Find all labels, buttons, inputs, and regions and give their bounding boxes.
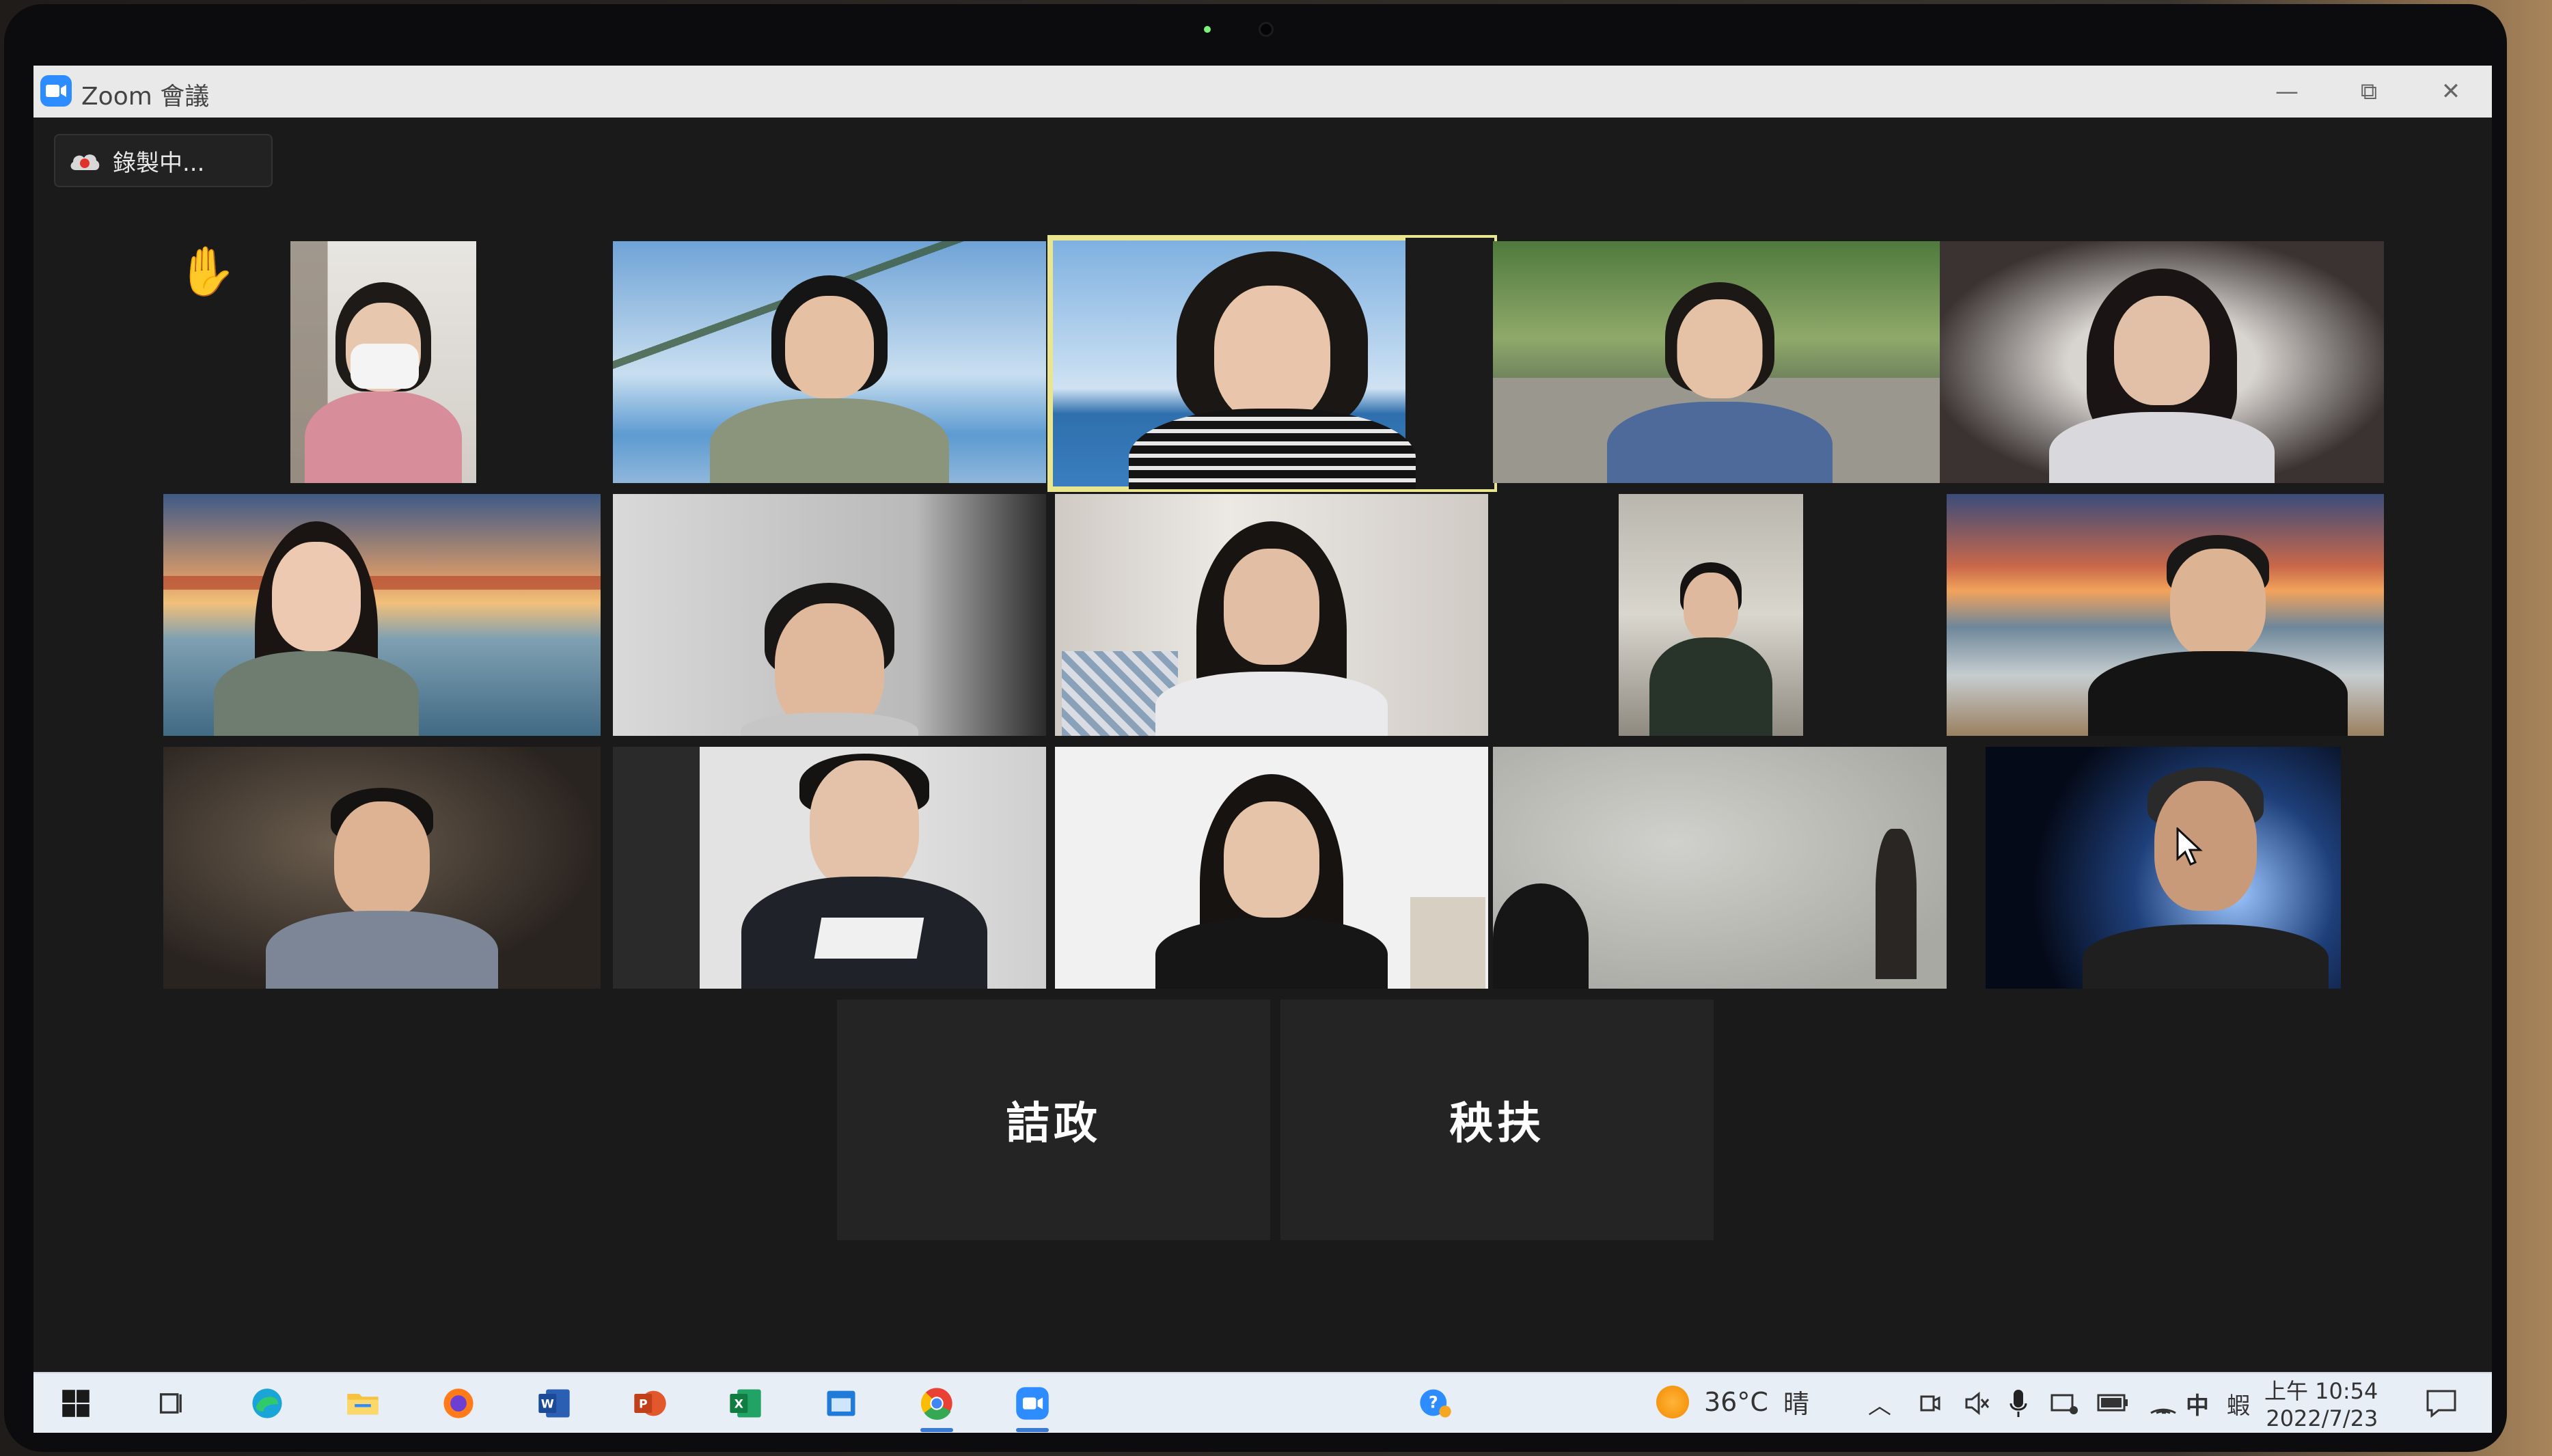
cloud-record-icon (70, 154, 100, 170)
window-title: Zoom 會議 (81, 83, 210, 111)
chrome-icon[interactable] (915, 1382, 959, 1432)
network-adapter-icon[interactable] (2049, 1390, 2079, 1417)
svg-text:?: ? (1429, 1392, 1438, 1412)
word-icon[interactable]: W (532, 1382, 576, 1425)
participant-tile-no-video[interactable]: 秧扶 (1280, 1000, 1714, 1240)
video-tile-active-speaker[interactable] (1047, 235, 1497, 492)
powerpoint-icon[interactable]: P (628, 1382, 672, 1425)
video-tile[interactable] (1493, 747, 1947, 989)
clock-time: 上午 10:54 (2264, 1378, 2378, 1404)
close-button[interactable]: ✕ (2410, 66, 2492, 118)
task-view-icon[interactable] (150, 1382, 193, 1425)
laptop-bezel: Zoom 會議 — ⧉ ✕ 錄製中... ✋ 詰政 秧扶 W P X ? 36°… (4, 4, 2507, 1452)
help-icon[interactable]: ? (1414, 1382, 1457, 1425)
weather-widget[interactable]: 36°C 晴 (1656, 1383, 1809, 1420)
minimize-button[interactable]: — (2246, 66, 2328, 118)
sun-icon (1656, 1385, 1689, 1418)
weather-temperature: 36°C (1704, 1386, 1768, 1417)
video-tile[interactable] (1493, 241, 1947, 483)
video-tile[interactable] (163, 747, 601, 989)
video-tile[interactable] (613, 747, 1046, 989)
volume-muted-icon[interactable] (1964, 1390, 1991, 1417)
recording-label: 錄製中... (113, 149, 205, 177)
video-tile[interactable] (163, 494, 601, 736)
zoom-taskbar-icon[interactable] (1011, 1382, 1054, 1432)
outlook-calendar-icon[interactable] (819, 1382, 863, 1425)
video-tile[interactable] (1619, 494, 1803, 736)
clock-date: 2022/7/23 (2266, 1405, 2378, 1431)
mouse-cursor-icon (2176, 827, 2203, 866)
zoom-logo-icon (40, 75, 72, 107)
svg-text:P: P (639, 1397, 648, 1411)
camera-privacy-icon[interactable] (1916, 1390, 1943, 1417)
video-tile[interactable] (613, 494, 1046, 736)
firefox-icon[interactable] (437, 1382, 480, 1425)
taskbar: W P X ? 36°C 晴 ︿ 中 蝦 上午 10:54 2022/7/23 (33, 1372, 2492, 1433)
svg-text:W: W (541, 1397, 554, 1411)
recording-indicator[interactable]: 錄製中... (54, 134, 273, 187)
participant-name: 詰政 (1006, 1099, 1101, 1149)
clock[interactable]: 上午 10:54 2022/7/23 (2264, 1377, 2378, 1432)
video-tile[interactable] (1947, 494, 2384, 736)
webcam (1259, 22, 1274, 37)
title-bar: Zoom 會議 — ⧉ ✕ (33, 66, 2492, 118)
weather-condition: 晴 (1783, 1389, 1809, 1419)
webcam-light (1204, 26, 1211, 33)
participant-name: 秧扶 (1449, 1099, 1545, 1149)
windows-start-icon[interactable] (54, 1382, 98, 1425)
edge-icon[interactable] (245, 1382, 289, 1425)
raise-hand-icon: ✋ (177, 243, 237, 299)
wifi-icon[interactable] (2148, 1388, 2178, 1418)
video-tile[interactable] (1055, 494, 1488, 736)
video-tile[interactable] (1055, 747, 1488, 989)
microphone-icon[interactable] (2008, 1388, 2029, 1418)
svg-text:X: X (735, 1397, 743, 1411)
ime-input-method[interactable]: 蝦 (2227, 1387, 2250, 1420)
battery-icon[interactable] (2097, 1391, 2130, 1416)
photo-background: Zoom 會議 — ⧉ ✕ 錄製中... ✋ 詰政 秧扶 W P X ? 36°… (0, 0, 2552, 1456)
screen: Zoom 會議 — ⧉ ✕ 錄製中... ✋ 詰政 秧扶 W P X ? 36°… (33, 66, 2492, 1433)
ime-mode-indicator[interactable]: 中 (2186, 1387, 2209, 1420)
restore-button[interactable]: ⧉ (2328, 66, 2410, 118)
video-tile[interactable] (613, 241, 1046, 483)
file-explorer-icon[interactable] (341, 1382, 385, 1425)
excel-icon[interactable]: X (724, 1382, 767, 1425)
participant-tile-no-video[interactable]: 詰政 (837, 1000, 1270, 1240)
notification-center-icon[interactable] (2425, 1388, 2458, 1418)
video-tile[interactable] (290, 241, 476, 483)
show-hidden-icons-chevron-icon[interactable]: ︿ (1868, 1387, 1891, 1420)
video-tile[interactable] (1986, 747, 2341, 989)
video-tile[interactable] (1940, 241, 2384, 483)
